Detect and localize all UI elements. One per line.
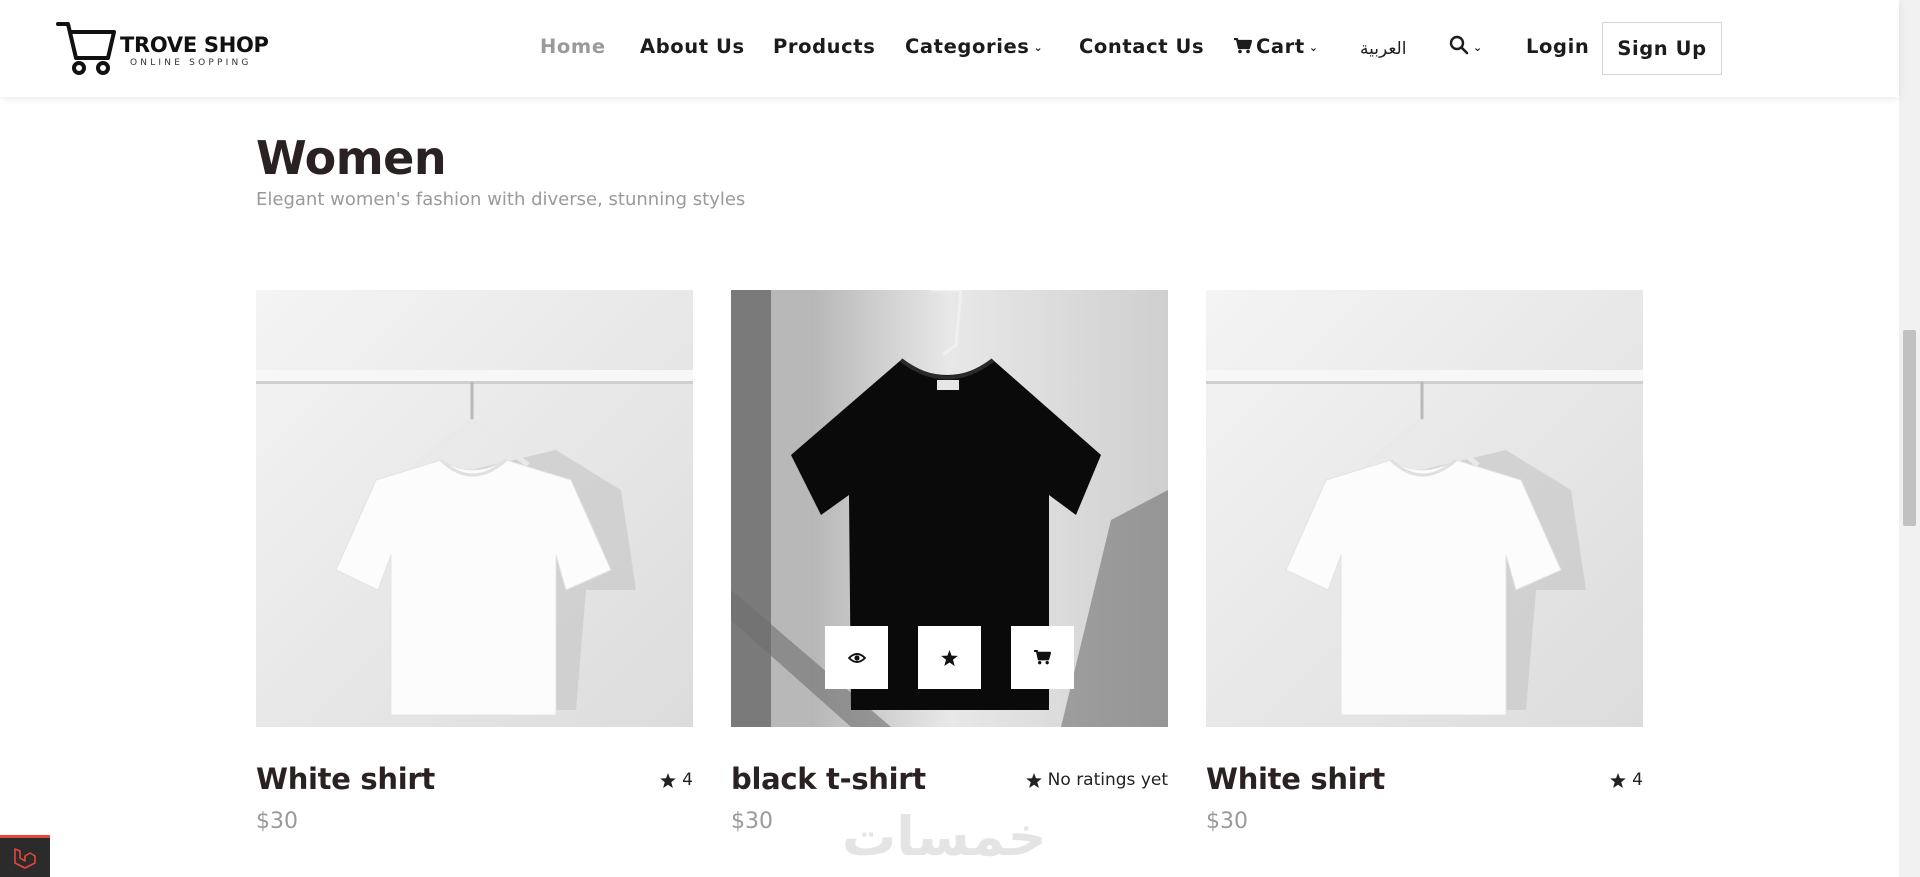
product-rating: 4: [1610, 770, 1643, 790]
site-logo[interactable]: TROVE SHOP ONLINE SOPPING: [56, 18, 269, 76]
section-title: Women: [256, 131, 447, 185]
debugbar-toggle[interactable]: [0, 835, 50, 877]
cart-icon: [1034, 650, 1051, 665]
nav-categories-label: Categories: [905, 35, 1030, 58]
brand-tagline: ONLINE SOPPING: [130, 58, 252, 68]
nav-search[interactable]: ⌄: [1449, 33, 1483, 64]
add-to-cart-button[interactable]: [1011, 626, 1074, 689]
product-image[interactable]: [731, 290, 1168, 727]
nav-login[interactable]: Login: [1526, 33, 1589, 61]
scrollbar-thumb[interactable]: [1903, 330, 1916, 526]
nav-products[interactable]: Products: [773, 33, 875, 61]
rating-value: No ratings yet: [1047, 770, 1168, 790]
brand-name: TROVE SHOP: [120, 33, 269, 57]
white-tshirt-image: [256, 290, 693, 727]
product-card[interactable]: White shirt 4 $30: [1206, 290, 1643, 870]
add-to-wishlist-button[interactable]: [918, 626, 981, 689]
product-price: $30: [256, 809, 298, 834]
nav-home[interactable]: Home: [540, 33, 606, 61]
section-subtitle: Elegant women's fashion with diverse, st…: [256, 189, 746, 210]
laravel-logo-icon: [14, 847, 36, 869]
quick-view-button[interactable]: [825, 626, 888, 689]
watermark: خمسات: [842, 805, 1047, 868]
chevron-down-icon: ⌄: [1033, 41, 1044, 54]
product-image[interactable]: [256, 290, 693, 727]
star-icon: [941, 649, 958, 666]
white-tshirt-image: [1206, 290, 1643, 727]
nav-cart-label: Cart: [1256, 35, 1305, 58]
star-icon: [1025, 772, 1042, 788]
nav-contact-us[interactable]: Contact Us: [1079, 33, 1204, 61]
product-name[interactable]: black t-shirt: [731, 762, 926, 796]
nav-language-arabic[interactable]: العربية: [1360, 35, 1406, 63]
product-actions: [825, 626, 1074, 689]
nav-categories[interactable]: Categories ⌄: [905, 33, 1043, 64]
eye-icon: [847, 652, 866, 663]
nav-cart[interactable]: Cart ⌄: [1234, 33, 1319, 64]
product-price: $30: [731, 809, 773, 834]
shopping-cart-logo-icon: [56, 22, 116, 75]
cart-icon: [1234, 37, 1253, 54]
product-name[interactable]: White shirt: [1206, 762, 1385, 796]
signup-button[interactable]: Sign Up: [1602, 22, 1722, 75]
star-icon: [1610, 772, 1626, 788]
product-card[interactable]: black t-shirt No ratings yet $30: [731, 290, 1168, 870]
chevron-down-icon: ⌄: [1473, 41, 1483, 54]
chevron-down-icon: ⌄: [1308, 41, 1319, 54]
search-icon: [1449, 35, 1469, 55]
product-rating: No ratings yet: [1025, 770, 1168, 790]
rating-value: 4: [1632, 770, 1643, 790]
product-rating: 4: [660, 770, 693, 790]
product-card[interactable]: White shirt 4 $30: [256, 290, 693, 870]
product-name[interactable]: White shirt: [256, 762, 435, 796]
product-image[interactable]: [1206, 290, 1643, 727]
nav-about-us[interactable]: About Us: [640, 33, 745, 61]
product-price: $30: [1206, 809, 1248, 834]
site-header: TROVE SHOP ONLINE SOPPING Home About Us …: [0, 0, 1899, 97]
star-icon: [660, 772, 676, 788]
rating-value: 4: [682, 770, 693, 790]
